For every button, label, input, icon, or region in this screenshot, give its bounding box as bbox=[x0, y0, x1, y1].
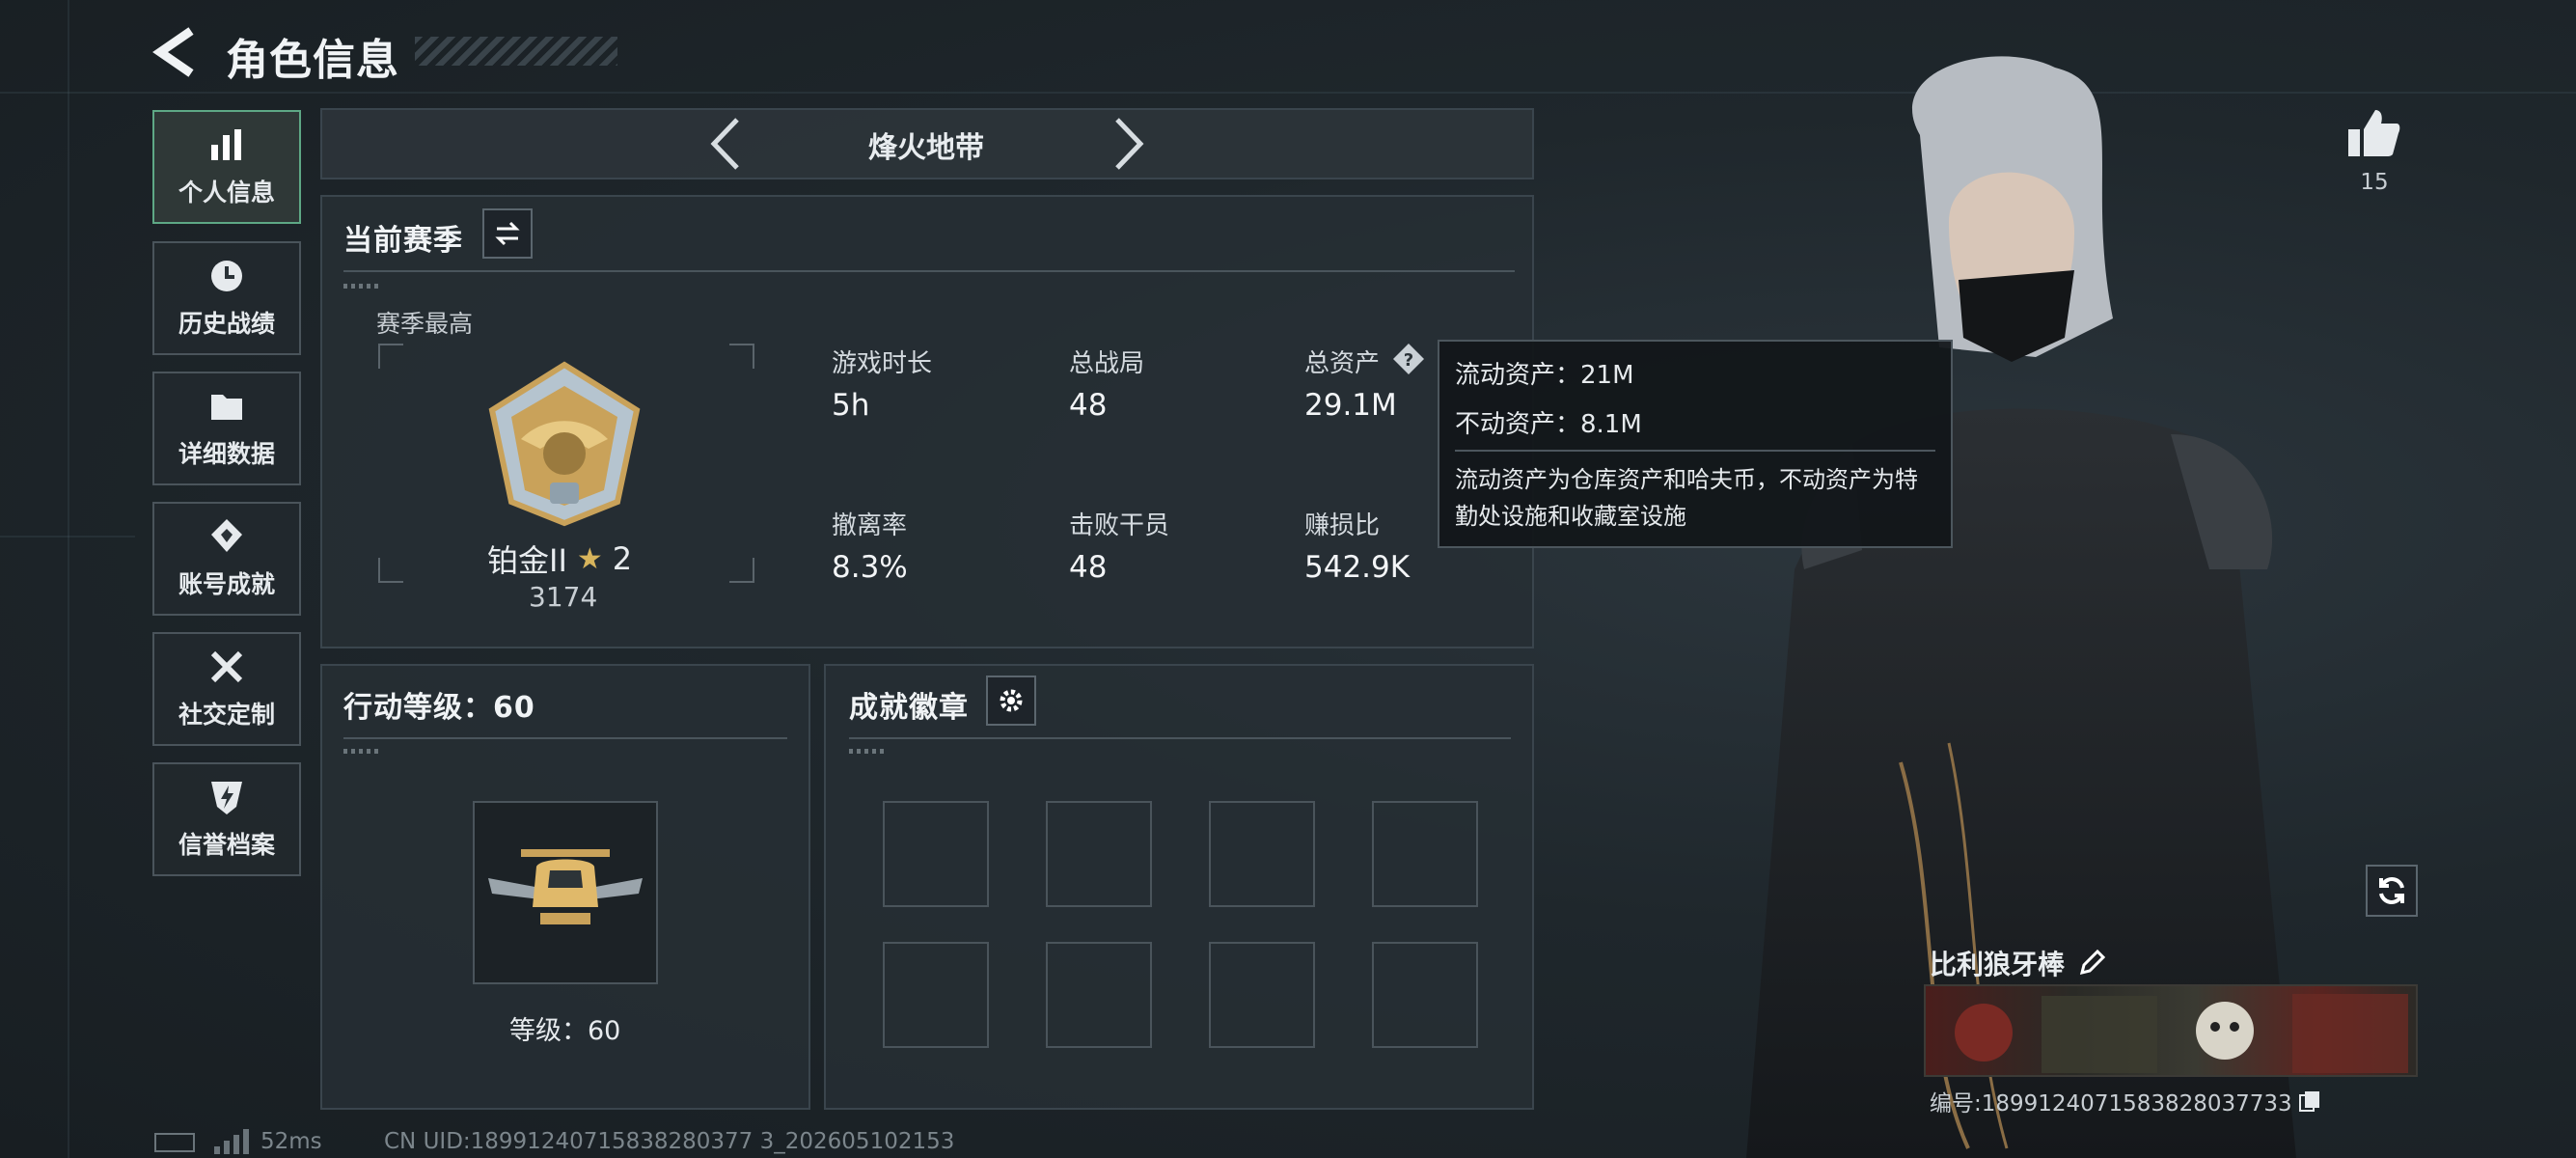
banner-art bbox=[1955, 994, 2408, 1073]
title-stripes bbox=[415, 37, 617, 66]
back-button[interactable] bbox=[152, 25, 201, 79]
sidebar-item-label: 信誉档案 bbox=[178, 831, 275, 859]
badge-slot[interactable] bbox=[1046, 801, 1152, 907]
tooltip-desc: 流动资产为仓库资产和哈夫币，不动资产为特勤处设施和收藏室设施 bbox=[1455, 466, 1918, 530]
badge-slot[interactable] bbox=[1372, 942, 1478, 1048]
mode-label: 烽火地带 bbox=[868, 131, 984, 165]
level-label: 等级：60 bbox=[509, 1016, 621, 1046]
sidebar-item-label: 历史战绩 bbox=[178, 310, 275, 338]
rotate-button[interactable] bbox=[2366, 865, 2418, 917]
asset-tooltip: 流动资产：21M 不动资产：8.1M 流动资产为仓库资产和哈夫币，不动资产为特勤… bbox=[1438, 340, 1953, 548]
stat-label: 赚损比 bbox=[1304, 511, 1381, 540]
badge-slot[interactable] bbox=[1209, 801, 1315, 907]
ping: 52ms bbox=[260, 1129, 322, 1154]
tools-icon bbox=[210, 650, 243, 683]
sidebar-item-label: 社交定制 bbox=[178, 701, 275, 729]
tooltip-divider bbox=[1455, 450, 1935, 452]
sidebar-item-achievements[interactable]: 账号成就 bbox=[152, 502, 301, 616]
badge-slot[interactable] bbox=[1372, 801, 1478, 907]
divider-dots bbox=[343, 284, 382, 289]
stat-value: 48 bbox=[1069, 550, 1108, 585]
grid-line bbox=[68, 0, 69, 1158]
page-title: 角色信息 bbox=[226, 36, 399, 85]
signal-icon bbox=[212, 1129, 249, 1154]
sidebar-item-detailed-data[interactable]: 详细数据 bbox=[152, 372, 301, 485]
tooltip-fixed: 不动资产：8.1M bbox=[1455, 410, 1642, 439]
svg-text:?: ? bbox=[1404, 350, 1413, 371]
stat-value: 5h bbox=[832, 388, 870, 423]
stat-label: 击败干员 bbox=[1069, 511, 1170, 540]
badge-slot[interactable] bbox=[1209, 942, 1315, 1048]
thumbs-up-icon bbox=[2348, 110, 2400, 156]
folder-icon bbox=[211, 395, 242, 420]
help-icon[interactable]: ? bbox=[1391, 342, 1426, 376]
like-button[interactable] bbox=[2344, 106, 2402, 160]
mode-prev-button[interactable] bbox=[704, 114, 747, 174]
uid-text: CN UID:18991240715838280377 3_2026051021… bbox=[384, 1129, 955, 1154]
shield-bolt-icon bbox=[211, 782, 242, 814]
like-count: 15 bbox=[2360, 170, 2389, 195]
sidebar-item-label: 详细数据 bbox=[178, 440, 275, 468]
tooltip-liquid: 流动资产：21M bbox=[1455, 361, 1634, 390]
swap-icon bbox=[495, 221, 520, 246]
mode-next-button[interactable] bbox=[1108, 114, 1150, 174]
player-banner[interactable] bbox=[1924, 984, 2418, 1077]
stat-value: 48 bbox=[1069, 388, 1108, 423]
player-id: 编号:1899124071583828037733 bbox=[1930, 1085, 2321, 1117]
sidebar-item-social[interactable]: 社交定制 bbox=[152, 632, 301, 746]
badge-slot[interactable] bbox=[1046, 942, 1152, 1048]
divider bbox=[343, 270, 1515, 272]
frame-corner bbox=[378, 558, 403, 583]
stat-label: 总资产 bbox=[1304, 349, 1381, 378]
rank-score: 3174 bbox=[529, 581, 598, 613]
rank-stars: 2 bbox=[612, 540, 633, 577]
frame-corner bbox=[729, 558, 754, 583]
sidebar-item-label: 个人信息 bbox=[178, 179, 275, 207]
sidebar-item-label: 账号成就 bbox=[178, 570, 275, 598]
sidebar-item-history[interactable]: 历史战绩 bbox=[152, 241, 301, 355]
divider bbox=[849, 737, 1511, 739]
sidebar-item-personal-info[interactable]: 个人信息 bbox=[152, 110, 301, 224]
stat-label: 撤离率 bbox=[832, 511, 908, 540]
season-best-label: 赛季最高 bbox=[376, 310, 474, 338]
helicopter-emblem-icon bbox=[482, 820, 648, 965]
medal-icon bbox=[211, 519, 242, 552]
rank-name-text: 铂金II bbox=[487, 542, 567, 579]
rank-name: 铂金II ★ 2 bbox=[487, 537, 632, 581]
refresh-icon bbox=[2379, 877, 2404, 904]
battery-icon bbox=[154, 1133, 195, 1152]
season-title: 当前赛季 bbox=[343, 224, 463, 258]
bar-chart-icon bbox=[211, 129, 241, 160]
divider-dots bbox=[849, 749, 888, 754]
rank-emblem-icon bbox=[473, 357, 656, 531]
copy-icon[interactable] bbox=[2298, 1089, 2321, 1113]
player-name-row: 比利狼牙棒 bbox=[1930, 944, 2106, 982]
sidebar-item-reputation[interactable]: 信誉档案 bbox=[152, 762, 301, 876]
player-name: 比利狼牙棒 bbox=[1930, 949, 2066, 980]
stat-value: 542.9K bbox=[1304, 550, 1411, 585]
stat-label: 游戏时长 bbox=[832, 349, 933, 378]
season-switch-button[interactable] bbox=[482, 208, 533, 259]
action-level-title: 行动等级：60 bbox=[343, 691, 535, 725]
player-id-text: 编号:1899124071583828037733 bbox=[1930, 1091, 2292, 1117]
frame-corner bbox=[729, 344, 754, 369]
divider-dots bbox=[343, 749, 382, 754]
achievements-title: 成就徽章 bbox=[849, 691, 969, 725]
stat-value: 8.3% bbox=[832, 550, 908, 585]
star-icon: ★ bbox=[576, 541, 603, 576]
achievements-settings-button[interactable] bbox=[986, 676, 1036, 726]
edit-icon[interactable] bbox=[2078, 950, 2106, 977]
frame-corner bbox=[378, 344, 403, 369]
badge-slot[interactable] bbox=[883, 801, 989, 907]
gear-icon bbox=[1000, 689, 1023, 712]
divider bbox=[343, 737, 787, 739]
badge-slot[interactable] bbox=[883, 942, 989, 1048]
stat-label: 总战局 bbox=[1069, 349, 1145, 378]
clock-icon bbox=[211, 261, 242, 291]
stat-value: 29.1M bbox=[1304, 388, 1397, 423]
